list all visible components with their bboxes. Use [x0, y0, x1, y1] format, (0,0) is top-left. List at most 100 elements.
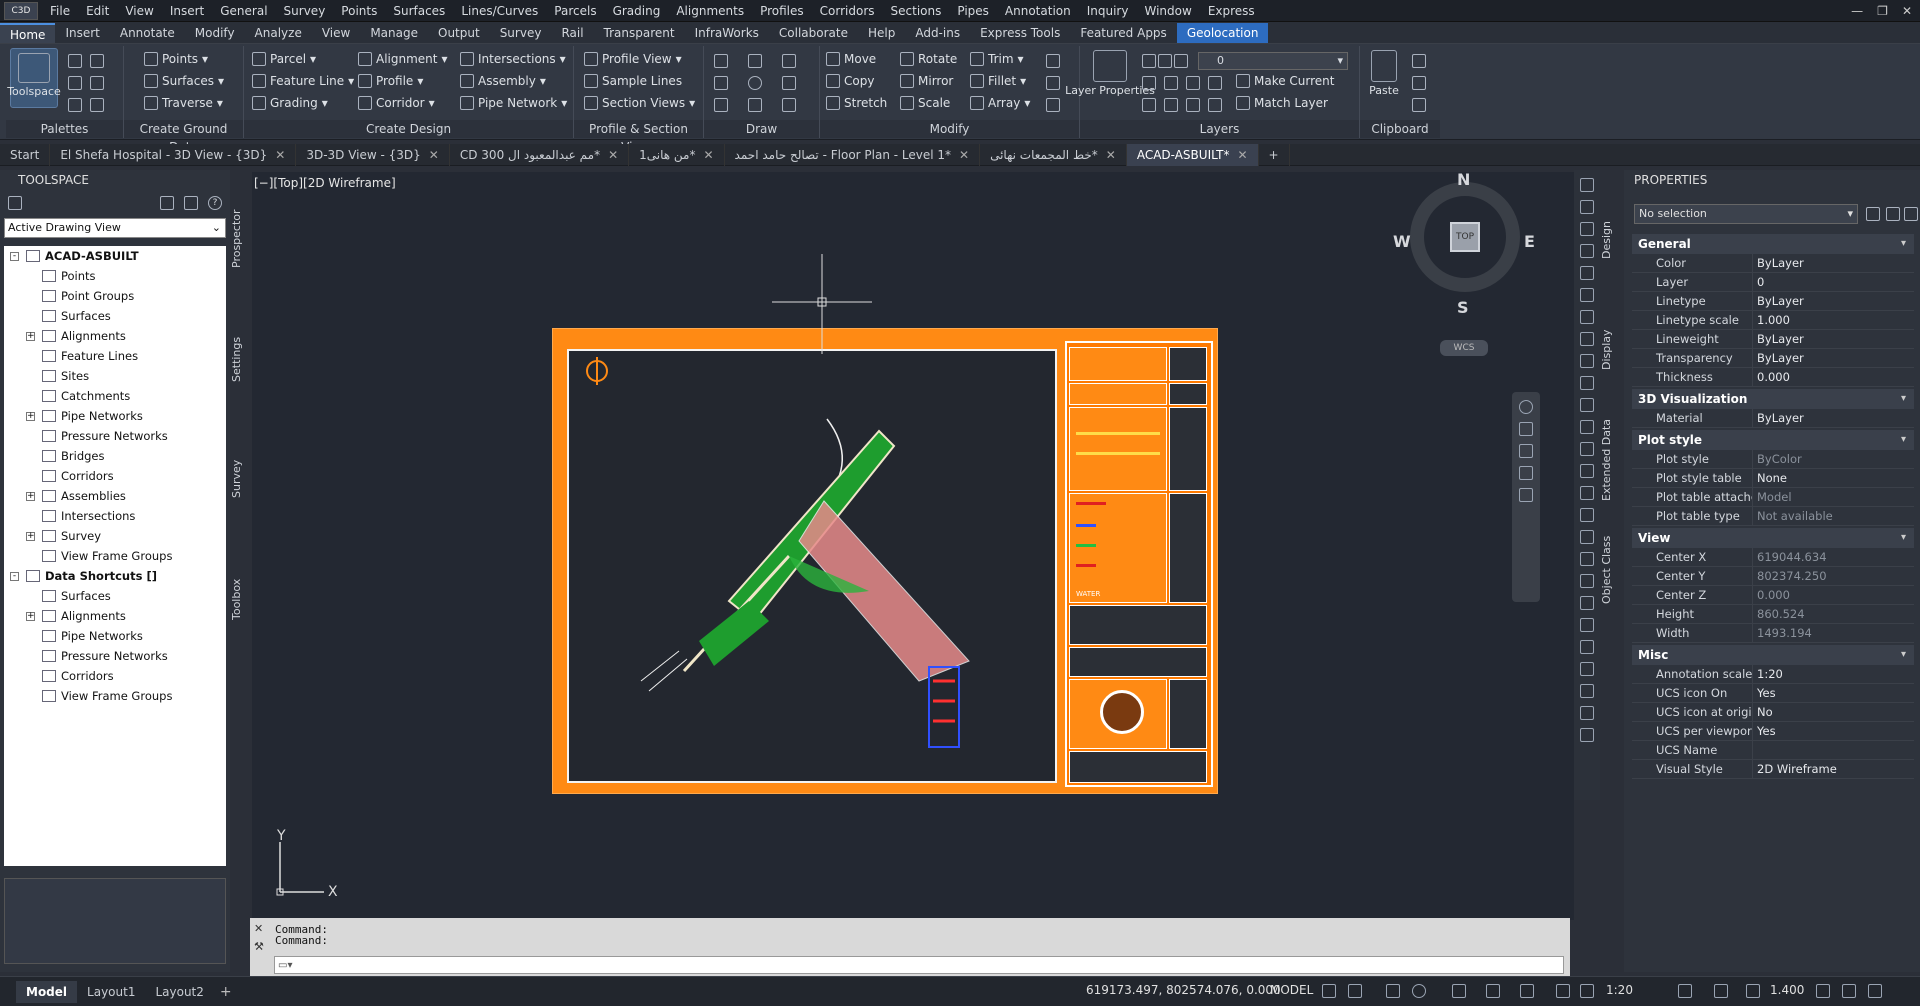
layout-tab[interactable]: Layout2: [145, 985, 213, 999]
document-tab[interactable]: خط المجمعات نهائى* ✕: [980, 143, 1127, 166]
menu-item[interactable]: File: [42, 4, 78, 18]
menu-item[interactable]: Window: [1136, 4, 1199, 18]
annotation-monitor-icon[interactable]: [1714, 984, 1728, 998]
tool-palette-icon[interactable]: [1580, 552, 1594, 566]
ribbon-tab[interactable]: Add-ins: [905, 23, 970, 43]
properties-vtab[interactable]: Extended Data: [1600, 410, 1622, 510]
property-row[interactable]: Thickness 0.000: [1632, 368, 1914, 387]
view-mode-select[interactable]: Active Drawing View ⌄: [4, 218, 226, 238]
wrench-icon[interactable]: ⚒: [254, 940, 264, 953]
property-value[interactable]: 1.000: [1752, 311, 1914, 329]
command-input[interactable]: ▭▾: [274, 956, 1564, 974]
viewcube[interactable]: TOP: [1410, 182, 1520, 292]
auto-scale-icon[interactable]: [1580, 984, 1594, 998]
tool-palette-icon[interactable]: [1580, 662, 1594, 676]
expand-icon[interactable]: +: [26, 491, 35, 501]
close-icon[interactable]: ✕: [1902, 4, 1912, 18]
tree-node[interactable]: Bridges: [4, 446, 226, 466]
expand-icon[interactable]: +: [26, 411, 35, 421]
annotation-visibility-icon[interactable]: [1556, 984, 1570, 998]
grid-icon[interactable]: [1322, 984, 1336, 998]
mirror-button[interactable]: Mirror: [900, 74, 953, 88]
orbit-icon[interactable]: [1519, 466, 1533, 480]
property-row[interactable]: Center Y 802374.250: [1632, 567, 1914, 586]
toolspace-app-icon[interactable]: [8, 196, 22, 210]
layer-thaw-icon[interactable]: [1208, 76, 1222, 90]
compass-south[interactable]: S: [1457, 298, 1469, 317]
layer-isolate-icon[interactable]: [1142, 76, 1156, 90]
ribbon-tab[interactable]: Annotate: [110, 23, 185, 43]
toolspace-vtab[interactable]: Survey: [230, 424, 252, 534]
tool-palette-icon[interactable]: [1580, 398, 1594, 412]
expand-icon[interactable]: +: [26, 331, 35, 341]
collapse-icon[interactable]: -: [10, 571, 19, 581]
panel-title[interactable]: Layers: [1080, 120, 1359, 138]
tree-node[interactable]: Catchments: [4, 386, 226, 406]
layer-lock-icon[interactable]: [1174, 54, 1188, 68]
tool-palette-icon[interactable]: [1580, 508, 1594, 522]
property-row[interactable]: Material ByLayer: [1632, 409, 1914, 428]
toolspace-vtab[interactable]: Settings: [230, 304, 252, 414]
property-value[interactable]: 802374.250: [1752, 567, 1914, 585]
tool-palette-icon[interactable]: [1580, 618, 1594, 632]
property-value[interactable]: ByLayer: [1752, 292, 1914, 310]
menu-item[interactable]: Alignments: [668, 4, 752, 18]
restore-icon[interactable]: ❐: [1877, 4, 1888, 18]
ribbon-tab[interactable]: Survey: [490, 23, 552, 43]
tree-node[interactable]: View Frame Groups: [4, 546, 226, 566]
calculator-icon[interactable]: [90, 98, 104, 112]
property-row[interactable]: Linetype scale 1.000: [1632, 311, 1914, 330]
section-views-button[interactable]: Section Views ▾: [584, 96, 695, 110]
tree-node[interactable]: Surfaces: [4, 586, 226, 606]
scale-button[interactable]: Scale: [900, 96, 950, 110]
property-value[interactable]: ByLayer: [1752, 254, 1914, 272]
paste-button[interactable]: Paste: [1366, 50, 1402, 97]
spline-icon[interactable]: [714, 98, 728, 112]
tree-node[interactable]: Points: [4, 266, 226, 286]
move-button[interactable]: Move: [826, 52, 876, 66]
tree-node[interactable]: Surfaces: [4, 306, 226, 326]
tool-palette-icon[interactable]: [1580, 420, 1594, 434]
menu-item[interactable]: Sections: [883, 4, 950, 18]
select-objects-icon[interactable]: [1886, 207, 1900, 221]
ribbon-tab[interactable]: Transparent: [594, 23, 685, 43]
copy-button[interactable]: Copy: [826, 74, 874, 88]
property-value[interactable]: Yes: [1752, 722, 1914, 740]
ribbon-tab[interactable]: View: [312, 23, 360, 43]
annotation-scale[interactable]: 1:20: [1606, 983, 1633, 997]
panel-title[interactable]: Modify: [820, 120, 1079, 138]
property-row[interactable]: Center Z 0.000: [1632, 586, 1914, 605]
property-row[interactable]: Transparency ByLayer: [1632, 349, 1914, 368]
tree-node[interactable]: + Pipe Networks: [4, 406, 226, 426]
layout-tab[interactable]: Layout1: [77, 985, 145, 999]
match-properties-icon[interactable]: [1412, 98, 1426, 112]
close-icon[interactable]: ✕: [275, 148, 285, 162]
selection-dropdown[interactable]: No selection ▾: [1634, 204, 1858, 224]
tree-node[interactable]: - Data Shortcuts []: [4, 566, 226, 586]
tool-palette-icon[interactable]: [1580, 200, 1594, 214]
tool-palette-icon[interactable]: [1580, 376, 1594, 390]
tool-palette-icon[interactable]: [1580, 706, 1594, 720]
property-row[interactable]: Plot table attached...Model: [1632, 488, 1914, 507]
ribbon-tab[interactable]: Modify: [185, 23, 245, 43]
isodraft-icon[interactable]: [1452, 984, 1466, 998]
menu-item[interactable]: Corridors: [812, 4, 883, 18]
panel-title[interactable]: Create Ground Data: [124, 120, 243, 154]
layer-delete-icon[interactable]: [1186, 98, 1200, 112]
stretch-button[interactable]: Stretch: [826, 96, 887, 110]
feature-line-button[interactable]: Feature Line ▾: [252, 74, 354, 88]
rotate-button[interactable]: Rotate: [900, 52, 957, 66]
ribbon-tab[interactable]: Manage: [360, 23, 428, 43]
ribbon-tab[interactable]: Geolocation: [1176, 22, 1269, 43]
ribbon-tab[interactable]: Output: [428, 23, 490, 43]
property-value[interactable]: ByLayer: [1752, 349, 1914, 367]
tree-node[interactable]: View Frame Groups: [4, 686, 226, 706]
property-value[interactable]: No: [1752, 703, 1914, 721]
rectangle-icon[interactable]: [782, 76, 796, 90]
new-tab-icon[interactable]: +: [1259, 143, 1290, 166]
properties-vtab[interactable]: Display: [1600, 300, 1622, 400]
steering-wheel-icon[interactable]: [1519, 400, 1533, 414]
prospector-icon[interactable]: [68, 54, 82, 68]
drawing-viewport[interactable]: [−][Top][2D Wireframe] WATER TOP N S W E…: [252, 172, 1574, 920]
property-value[interactable]: 0: [1752, 273, 1914, 291]
